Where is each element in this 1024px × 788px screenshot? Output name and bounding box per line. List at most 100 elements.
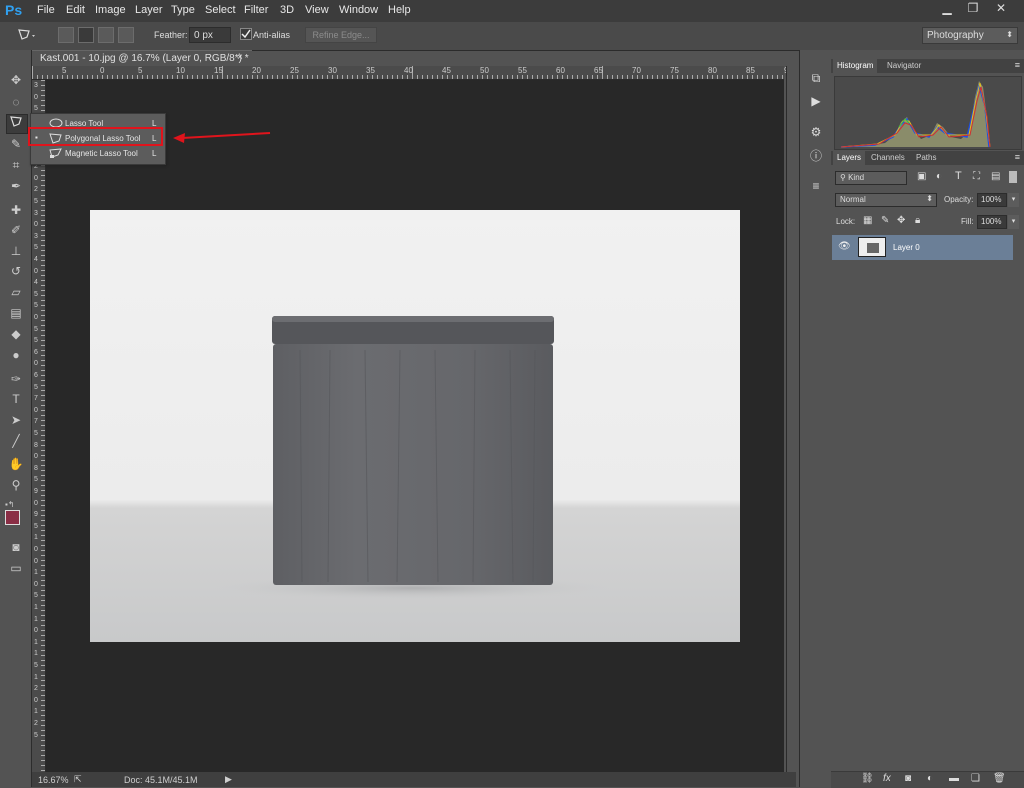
lock-image-icon[interactable]: ✎ — [881, 215, 889, 226]
lock-all-icon[interactable]: 🔒︎ — [915, 215, 920, 226]
pen-tool-icon[interactable]: ✑ — [6, 370, 26, 388]
filter-pixel-icon[interactable]: ▣ — [917, 171, 926, 182]
minimize-button[interactable]: ▁ — [936, 1, 958, 19]
menu-select[interactable]: Select — [205, 4, 236, 16]
adjustments-panel-icon[interactable]: ≡ — [809, 179, 823, 193]
close-window-button[interactable]: ✕ — [990, 1, 1012, 19]
new-layer-icon[interactable]: ❏ — [971, 773, 980, 784]
document-tab[interactable]: Kast.001 - 10.jpg @ 16.7% (Layer 0, RGB/… — [32, 50, 252, 67]
history-brush-tool-icon[interactable]: ↺ — [6, 262, 26, 280]
clone-stamp-tool-icon[interactable]: ⊥ — [6, 242, 26, 260]
close-tab-icon[interactable]: × — [237, 52, 243, 63]
menu-file[interactable]: File — [37, 4, 55, 16]
lasso-tool-icon[interactable] — [6, 114, 28, 134]
move-tool-icon[interactable]: ✥ — [6, 71, 26, 89]
history-panel-icon[interactable]: ⧉ — [809, 71, 823, 85]
adjustment-icon[interactable]: ◐ — [927, 773, 933, 784]
properties-panel-icon[interactable]: ⚙ — [809, 125, 823, 139]
status-menu-arrow-icon[interactable]: ▶ — [225, 774, 232, 785]
filter-adjustment-icon[interactable]: ◐ — [936, 171, 942, 182]
zoom-tool-icon[interactable]: ⚲ — [6, 476, 26, 494]
default-colors-icon[interactable]: ▪↰ — [5, 500, 15, 509]
tab-paths[interactable]: Paths — [912, 151, 940, 165]
fx-icon[interactable]: fx — [883, 773, 891, 784]
opacity-input[interactable]: 100% — [977, 193, 1007, 207]
eyedropper-tool-icon[interactable]: ✒ — [6, 177, 26, 195]
feather-input[interactable]: 0 px — [189, 27, 231, 43]
trash-icon[interactable]: 🗑︎ — [993, 773, 1006, 784]
ruler-left-label: 7 — [34, 418, 38, 426]
filter-toggle[interactable] — [1009, 171, 1017, 183]
fill-dropdown-icon[interactable]: ▾ — [1008, 215, 1019, 229]
restore-button[interactable]: ❐ — [962, 1, 984, 19]
layer-row[interactable]: 👁︎ Layer 0 — [832, 235, 1013, 260]
info-panel-icon[interactable]: ⓘ — [809, 149, 823, 163]
subtract-selection-button[interactable] — [98, 27, 114, 43]
lock-position-icon[interactable]: ✥ — [897, 215, 905, 226]
menu-help[interactable]: Help — [388, 4, 411, 16]
quick-mask-icon[interactable]: ◙ — [6, 538, 26, 556]
tab-channels[interactable]: Channels — [867, 151, 909, 165]
refine-edge-button[interactable]: Refine Edge... — [305, 27, 377, 43]
layer-filter-select[interactable]: ⚲ Kind — [835, 171, 907, 185]
menu-filter[interactable]: Filter — [244, 4, 268, 16]
hand-tool-icon[interactable]: ✋ — [6, 455, 26, 473]
menu-3d[interactable]: 3D — [280, 4, 294, 16]
ruler-left-label: 1 — [34, 569, 38, 577]
screen-mode-icon[interactable]: ▭ — [6, 559, 26, 577]
group-icon[interactable]: ▬ — [949, 773, 959, 784]
mask-icon[interactable]: ◙ — [905, 773, 911, 784]
marquee-tool-icon[interactable]: ◌ — [6, 93, 26, 111]
link-icon[interactable]: ⛓ — [861, 773, 874, 784]
polygonal-lasso-preset-icon[interactable] — [16, 27, 36, 45]
ruler-left-label: 1 — [34, 650, 38, 658]
ruler-top-label: 25 — [290, 66, 299, 75]
menu-layer[interactable]: Layer — [135, 4, 163, 16]
blur-tool-icon[interactable]: ◆ — [6, 325, 26, 343]
flyout-item-magnetic-lasso[interactable]: Magnetic Lasso Tool L — [31, 146, 165, 161]
crop-tool-icon[interactable]: ⌗ — [6, 156, 26, 174]
menu-window[interactable]: Window — [339, 4, 378, 16]
document-image[interactable] — [90, 210, 740, 642]
workspace-select[interactable]: Photography ⬍ — [922, 27, 1018, 44]
menu-image[interactable]: Image — [95, 4, 126, 16]
actions-panel-icon[interactable]: ▶ — [809, 94, 823, 108]
spot-healing-tool-icon[interactable]: ✚ — [6, 201, 26, 219]
ruler-top: 5051015202530354045505560657075808590951… — [32, 66, 869, 80]
tab-navigator[interactable]: Navigator — [883, 59, 925, 73]
zoom-level[interactable]: 16.67% — [38, 775, 69, 785]
gradient-tool-icon[interactable]: ▤ — [6, 304, 26, 322]
add-to-selection-button[interactable] — [78, 27, 94, 43]
line-tool-icon[interactable]: ╱ — [6, 432, 26, 450]
tab-histogram[interactable]: Histogram — [833, 59, 878, 73]
intersect-selection-button[interactable] — [118, 27, 134, 43]
filter-type-icon[interactable]: T — [955, 170, 962, 182]
layers-panel-menu-icon[interactable]: ≡ — [1015, 152, 1020, 162]
eraser-tool-icon[interactable]: ▱ — [6, 283, 26, 301]
opacity-dropdown-icon[interactable]: ▾ — [1008, 193, 1019, 207]
blend-mode-select[interactable]: Normal ⬍ — [835, 193, 937, 207]
menu-type[interactable]: Type — [171, 4, 195, 16]
panel-menu-icon[interactable]: ≡ — [1015, 60, 1020, 70]
type-tool-icon[interactable]: T — [6, 390, 26, 408]
quick-selection-tool-icon[interactable]: ✎ — [6, 135, 26, 153]
eye-visibility-icon[interactable]: 👁︎ — [838, 241, 851, 252]
filter-smartobject-icon[interactable]: ▤ — [991, 171, 1000, 182]
new-selection-button[interactable] — [58, 27, 74, 43]
menu-view[interactable]: View — [305, 4, 329, 16]
ruler-left-label: 5 — [34, 592, 38, 600]
tab-layers[interactable]: Layers — [833, 151, 866, 165]
antialias-checkbox[interactable] — [240, 28, 252, 40]
export-icon[interactable]: ⇱ — [74, 774, 82, 785]
vertical-scrollbar[interactable] — [786, 66, 797, 772]
brush-tool-icon[interactable]: ✐ — [6, 221, 26, 239]
layer-thumbnail-cube — [867, 243, 879, 253]
lock-transparent-icon[interactable]: ▦ — [863, 215, 872, 226]
menu-edit[interactable]: Edit — [66, 4, 85, 16]
filter-shape-icon[interactable]: ⛶ — [973, 171, 980, 182]
fill-input[interactable]: 100% — [977, 215, 1007, 229]
foreground-color-swatch[interactable] — [5, 510, 20, 525]
ruler-left-label: 5 — [34, 476, 38, 484]
dodge-tool-icon[interactable]: ● — [6, 346, 26, 364]
path-selection-tool-icon[interactable]: ➤ — [6, 411, 26, 429]
